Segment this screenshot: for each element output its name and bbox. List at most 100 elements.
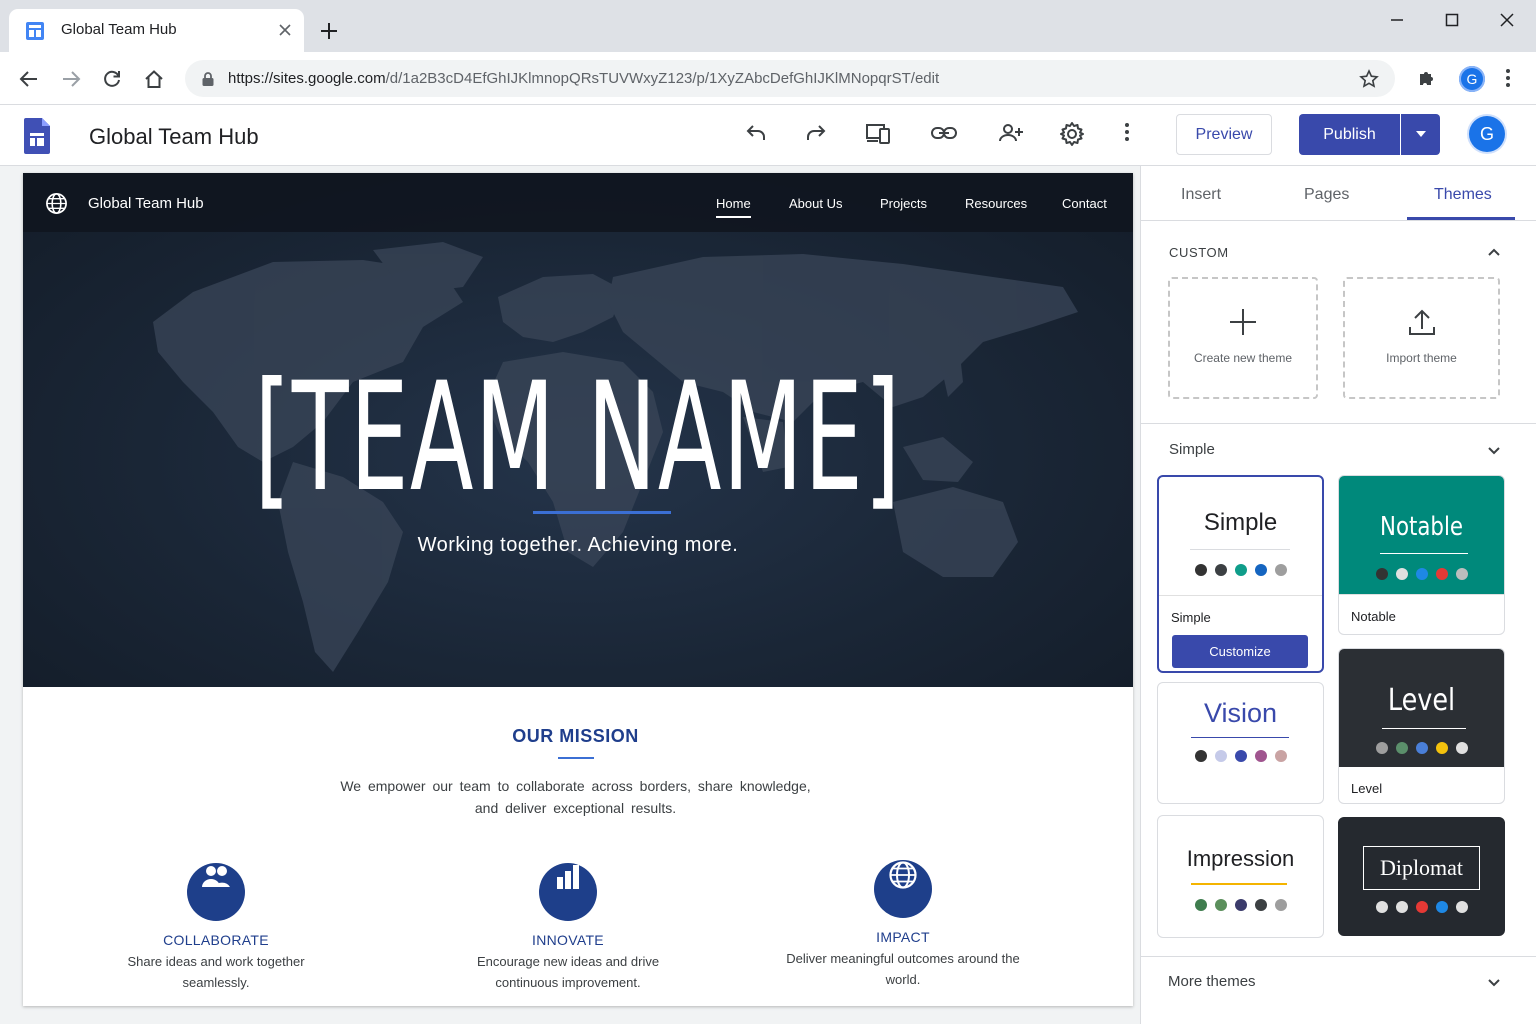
theme-label: Simple [1159, 595, 1322, 633]
reload-icon[interactable] [101, 68, 123, 90]
site-globe-logo-icon[interactable] [45, 192, 68, 215]
tab-title: Global Team Hub [61, 21, 177, 38]
customize-button[interactable]: Customize [1172, 635, 1308, 668]
feature-impact[interactable]: IMPACT Deliver meaningful outcomes aroun… [783, 846, 1023, 990]
nav-link-resources[interactable]: Resources [965, 196, 1027, 211]
account-avatar[interactable]: G [1469, 116, 1505, 152]
theme-color-swatch [1234, 564, 1247, 576]
custom-section-label: CUSTOM [1169, 245, 1229, 260]
section-divider [1141, 956, 1536, 957]
theme-color-swatch [1274, 564, 1287, 576]
address-bar[interactable]: https://sites.google.com/d/1a2B3cD4EfGhI… [185, 60, 1395, 97]
mission-text[interactable]: We empower our team to collaborate acros… [333, 775, 818, 819]
browser-menu-icon[interactable] [1505, 68, 1511, 88]
theme-color-swatch [1415, 742, 1428, 754]
import-theme-label: Import theme [1386, 351, 1457, 365]
theme-card-diplomat[interactable]: Diplomat [1338, 817, 1505, 936]
create-new-theme-card[interactable]: Create new theme [1168, 277, 1318, 399]
publish-options-button[interactable] [1401, 114, 1440, 155]
publish-button[interactable]: Publish [1299, 114, 1400, 155]
hero-section[interactable]: Global Team Hub Home About Us Projects R… [23, 173, 1133, 687]
theme-preview: Vision [1158, 683, 1323, 801]
more-options-icon[interactable] [1124, 121, 1130, 143]
app-site-title[interactable]: Global Team Hub [89, 124, 259, 150]
url-text: https://sites.google.com/d/1a2B3cD4EfGhI… [228, 70, 939, 87]
undo-icon[interactable] [744, 121, 768, 145]
site-name[interactable]: Global Team Hub [88, 195, 204, 212]
theme-color-swatch [1194, 564, 1207, 576]
theme-color-swatch [1415, 568, 1428, 580]
nav-link-home[interactable]: Home [716, 196, 751, 218]
theme-card-vision[interactable]: Vision [1157, 682, 1324, 804]
hero-subtitle[interactable]: Working together. Achieving more. [23, 534, 1133, 557]
theme-color-swatch [1234, 750, 1247, 762]
feature-collaborate[interactable]: COLLABORATE Share ideas and work togethe… [96, 848, 336, 993]
themes-side-panel: Insert Pages Themes CUSTOM Create new th… [1140, 166, 1536, 1024]
bookmark-star-icon[interactable] [1359, 69, 1379, 89]
theme-card-impression[interactable]: Impression [1157, 815, 1324, 938]
device-preview-icon[interactable] [865, 121, 891, 145]
minimize-icon[interactable] [1388, 11, 1406, 29]
chevron-up-icon[interactable] [1486, 244, 1502, 260]
preview-button[interactable]: Preview [1176, 114, 1272, 155]
settings-gear-icon[interactable] [1059, 121, 1085, 147]
maximize-icon[interactable] [1443, 11, 1461, 29]
theme-card-simple[interactable]: Simple Simple Customize [1157, 475, 1324, 673]
theme-rule [1380, 553, 1468, 554]
nav-link-contact[interactable]: Contact [1062, 196, 1107, 211]
theme-color-dots [1158, 750, 1323, 762]
redo-icon[interactable] [804, 121, 828, 145]
theme-rule [1191, 883, 1287, 885]
back-icon[interactable] [18, 68, 40, 90]
theme-color-swatch [1455, 568, 1468, 580]
insert-link-icon[interactable] [930, 121, 958, 145]
theme-name: Notable [1380, 512, 1463, 542]
sites-app-bar: Global Team Hub Preview Publish G [0, 105, 1536, 166]
import-theme-card[interactable]: Import theme [1343, 277, 1500, 399]
people-icon [187, 863, 245, 921]
theme-color-swatch [1194, 899, 1207, 911]
theme-color-dots [1339, 901, 1504, 913]
extensions-puzzle-icon[interactable] [1417, 68, 1437, 88]
browser-profile-avatar[interactable]: G [1459, 66, 1485, 92]
theme-color-swatch [1254, 750, 1267, 762]
more-themes-label[interactable]: More themes [1168, 973, 1256, 990]
feature-innovate[interactable]: INNOVATE Encourage new ideas and drive c… [448, 848, 688, 993]
theme-color-dots [1159, 564, 1322, 576]
theme-label: Notable [1339, 594, 1504, 632]
theme-color-swatch [1395, 901, 1408, 913]
theme-preview: Impression [1158, 816, 1323, 934]
tab-insert[interactable]: Insert [1181, 186, 1221, 204]
feature-title: IMPACT [876, 929, 930, 945]
theme-card-level[interactable]: Level Level [1338, 648, 1505, 804]
globe-icon [874, 860, 932, 918]
theme-color-swatch [1395, 568, 1408, 580]
theme-card-notable[interactable]: Notable Notable [1338, 475, 1505, 635]
new-tab-icon[interactable] [318, 20, 340, 42]
tab-themes[interactable]: Themes [1434, 186, 1492, 204]
site-page[interactable]: Global Team Hub Home About Us Projects R… [23, 173, 1133, 1006]
chevron-down-icon[interactable] [1486, 442, 1502, 458]
google-sites-logo-icon[interactable] [24, 118, 50, 154]
hero-title[interactable]: [TEAM NAME] [234, 363, 922, 513]
nav-link-about-us[interactable]: About Us [789, 196, 842, 211]
theme-color-swatch [1455, 742, 1468, 754]
chevron-down-icon[interactable] [1486, 974, 1502, 990]
sites-favicon-icon [25, 21, 45, 41]
theme-color-swatch [1435, 901, 1448, 913]
theme-rule [1190, 549, 1290, 550]
feature-title: INNOVATE [532, 932, 604, 948]
feature-title: COLLABORATE [163, 932, 269, 948]
share-add-person-icon[interactable] [997, 121, 1025, 145]
lock-icon[interactable] [201, 71, 215, 87]
home-icon[interactable] [143, 68, 165, 90]
close-tab-icon[interactable] [277, 22, 293, 38]
tab-pages[interactable]: Pages [1304, 186, 1349, 204]
browser-tab[interactable]: Global Team Hub [9, 9, 304, 52]
create-theme-label: Create new theme [1193, 351, 1293, 365]
mission-heading[interactable]: OUR MISSION [23, 726, 1128, 747]
forward-icon[interactable] [60, 68, 82, 90]
nav-link-projects[interactable]: Projects [880, 196, 927, 211]
theme-color-swatch [1254, 899, 1267, 911]
close-window-icon[interactable] [1498, 11, 1516, 29]
